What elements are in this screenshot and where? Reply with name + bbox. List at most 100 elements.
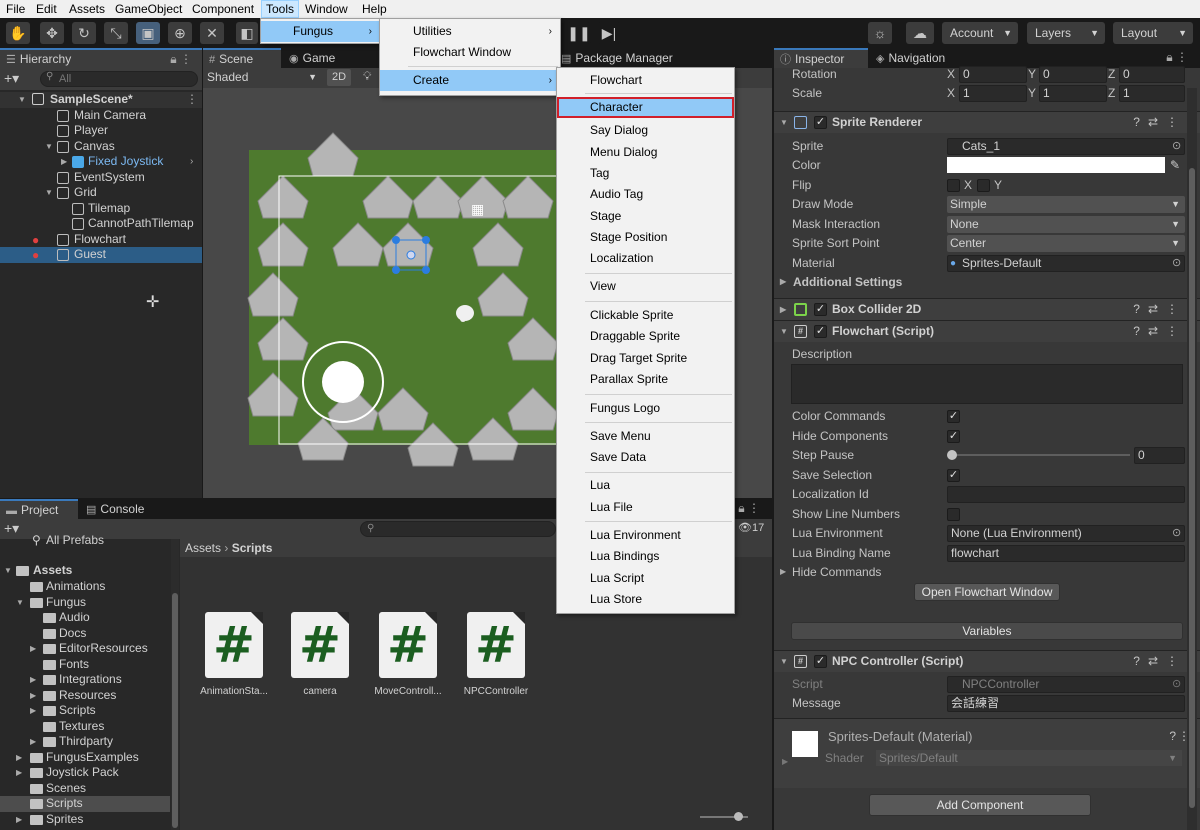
favorite-item[interactable]: ⚲ All Prefabs xyxy=(0,533,170,549)
folder-row[interactable]: ▶ Sprites xyxy=(0,812,170,828)
pause-button-icon[interactable]: ❚❚ xyxy=(567,22,591,44)
scale-z-field[interactable]: 1 xyxy=(1119,85,1185,102)
box-collider-header[interactable]: ▶ ✓ Box Collider 2D ?⇄⋮ xyxy=(774,298,1200,320)
step-pause-field[interactable]: 0 xyxy=(1134,447,1185,464)
material-field[interactable]: Sprites-Default xyxy=(947,255,1185,272)
lua-binding-field[interactable]: flowchart xyxy=(947,545,1185,562)
add-component-button[interactable]: Add Component xyxy=(869,794,1091,816)
enabled-checkbox[interactable]: ✓ xyxy=(814,655,827,668)
draw-mode-dropdown[interactable]: Simple ▼ xyxy=(947,196,1185,213)
breadcrumb-leaf[interactable]: Scripts xyxy=(232,541,273,555)
pivot-toggle-icon[interactable]: ◧ xyxy=(236,22,258,44)
folder-row[interactable]: ▶ FungusExamples xyxy=(0,750,170,766)
hierarchy-search-input[interactable]: All xyxy=(40,71,198,87)
rotate-tool-icon[interactable]: ↻ xyxy=(72,22,96,44)
hierarchy-item[interactable]: EventSystem xyxy=(0,170,202,186)
message-field[interactable]: 会話練習 xyxy=(947,695,1185,712)
description-textarea[interactable] xyxy=(791,364,1183,404)
hierarchy-item[interactable]: ▶ Fixed Joystick › xyxy=(0,154,202,170)
lock-icon[interactable]: 🔒︎ ⋮ xyxy=(170,50,192,68)
tab-console[interactable]: ▤ Console xyxy=(80,499,160,519)
layers-dropdown[interactable]: Layers ▼ xyxy=(1027,22,1105,44)
eyedropper-icon[interactable]: ✎ xyxy=(1170,156,1180,174)
menu-assets[interactable]: Assets xyxy=(65,0,109,18)
menu-help[interactable]: Help xyxy=(358,0,391,18)
asset-item[interactable]: # AnimationSta... xyxy=(190,612,278,697)
move-tool-icon[interactable]: ✥ xyxy=(40,22,64,44)
project-search-input[interactable]: ⚲ xyxy=(360,521,556,537)
component-tools-icon[interactable]: ?⇄⋮ xyxy=(1133,299,1186,319)
npc-controller-header[interactable]: ▼ # ✓ NPC Controller (Script) ?⇄⋮ xyxy=(774,650,1200,672)
save-selection-checkbox[interactable]: ✓ xyxy=(947,469,960,482)
hierarchy-item[interactable]: CannotPathTilemap xyxy=(0,216,202,232)
object-picker-icon[interactable]: ⊙ xyxy=(1172,524,1181,542)
folder-row[interactable]: Scenes xyxy=(0,781,170,797)
scale-tool-icon[interactable]: ⤡ xyxy=(104,22,128,44)
sprite-field[interactable]: Cats_1 xyxy=(947,138,1185,155)
hierarchy-item-selected[interactable]: ● Guest xyxy=(0,247,202,263)
hierarchy-item[interactable]: Tilemap xyxy=(0,201,202,217)
menu-item-draggable-sprite[interactable]: Draggable Sprite xyxy=(557,326,734,347)
menu-item-localization[interactable]: Localization xyxy=(557,248,734,269)
menu-item-utilities[interactable]: Utilities › xyxy=(380,21,560,42)
component-tools-icon[interactable]: ?⇄⋮ xyxy=(1133,112,1186,132)
menu-component[interactable]: Component xyxy=(188,0,258,18)
lock-icon[interactable]: 🔒︎ ⋮ xyxy=(1166,50,1188,65)
menu-item-stage-position[interactable]: Stage Position xyxy=(557,227,734,248)
chevron-down-icon[interactable]: ▼ xyxy=(45,139,53,154)
menu-item-lua-file[interactable]: Lua File xyxy=(557,497,734,518)
tab-game[interactable]: ◉ Game xyxy=(283,48,367,68)
asset-item[interactable]: # MoveControll... xyxy=(364,612,452,697)
folder-row[interactable]: Animations xyxy=(0,579,170,595)
scale-y-field[interactable]: 1 xyxy=(1039,85,1107,102)
rotation-y-field[interactable]: 0 xyxy=(1039,66,1107,83)
menu-file[interactable]: File xyxy=(2,0,29,18)
enabled-checkbox[interactable]: ✓ xyxy=(814,303,827,316)
menu-item-stage[interactable]: Stage xyxy=(557,206,734,227)
folder-row[interactable]: ▼ Fungus xyxy=(0,595,170,611)
flip-x-checkbox[interactable] xyxy=(947,179,960,192)
sprite-renderer-header[interactable]: ▼ ✓ Sprite Renderer ?⇄⋮ xyxy=(774,111,1200,133)
hierarchy-item[interactable]: ● Flowchart xyxy=(0,232,202,248)
folder-row[interactable]: Textures xyxy=(0,719,170,735)
folder-row[interactable]: Docs xyxy=(0,626,170,642)
chevron-right-icon[interactable]: › xyxy=(190,154,193,169)
localization-id-field[interactable] xyxy=(947,486,1185,503)
menu-tools[interactable]: Tools xyxy=(261,0,300,18)
flowchart-header[interactable]: ▼ # ✓ Flowchart (Script) ?⇄⋮ xyxy=(774,320,1200,342)
step-pause-slider[interactable] xyxy=(952,454,1130,456)
menu-item-fungus-logo[interactable]: Fungus Logo xyxy=(557,398,734,419)
menu-window[interactable]: Window xyxy=(301,0,352,18)
breadcrumb-root[interactable]: Assets xyxy=(185,541,221,555)
enabled-checkbox[interactable]: ✓ xyxy=(814,325,827,338)
color-swatch[interactable] xyxy=(947,157,1165,173)
tab-project[interactable]: ▬ Project xyxy=(0,499,78,519)
custom-tool-icon[interactable]: ✕ xyxy=(200,22,224,44)
menu-item-lua[interactable]: Lua xyxy=(557,475,734,496)
menu-item-create[interactable]: Create › xyxy=(380,70,560,91)
sort-dropdown[interactable]: Center ▼ xyxy=(947,235,1185,252)
menu-item-flowchart[interactable]: Flowchart xyxy=(557,70,734,91)
hierarchy-item[interactable]: Player xyxy=(0,123,202,139)
folder-row[interactable]: Audio xyxy=(0,610,170,626)
menu-item-tag[interactable]: Tag xyxy=(557,163,734,184)
component-tools-icon[interactable]: ?⇄⋮ xyxy=(1133,321,1186,341)
tab-package-manager[interactable]: ▤ Package Manager xyxy=(555,48,770,68)
mask-dropdown[interactable]: None ▼ xyxy=(947,216,1185,233)
show-line-numbers-checkbox[interactable] xyxy=(947,508,960,521)
hierarchy-item[interactable]: ▼ Canvas xyxy=(0,139,202,155)
tab-scene[interactable]: # Scene xyxy=(203,48,281,68)
object-picker-icon[interactable]: ⊙ xyxy=(1172,254,1181,272)
hierarchy-item[interactable]: Main Camera xyxy=(0,108,202,124)
menu-item-lua-bindings[interactable]: Lua Bindings xyxy=(557,546,734,567)
hidden-count-badge[interactable]: 👁︎17 xyxy=(738,521,764,534)
step-button-icon[interactable]: ▶| xyxy=(597,22,621,44)
variables-button[interactable]: Variables xyxy=(791,622,1183,640)
collab-icon[interactable]: ☼ xyxy=(868,22,892,44)
folder-row[interactable]: ▶ Joystick Pack xyxy=(0,765,170,781)
chevron-down-icon[interactable]: ▼ xyxy=(45,185,53,200)
menu-edit[interactable]: Edit xyxy=(32,0,61,18)
folder-row[interactable]: ▶ EditorResources xyxy=(0,641,170,657)
hide-components-checkbox[interactable]: ✓ xyxy=(947,430,960,443)
menu-item-character[interactable]: Character xyxy=(557,97,734,118)
